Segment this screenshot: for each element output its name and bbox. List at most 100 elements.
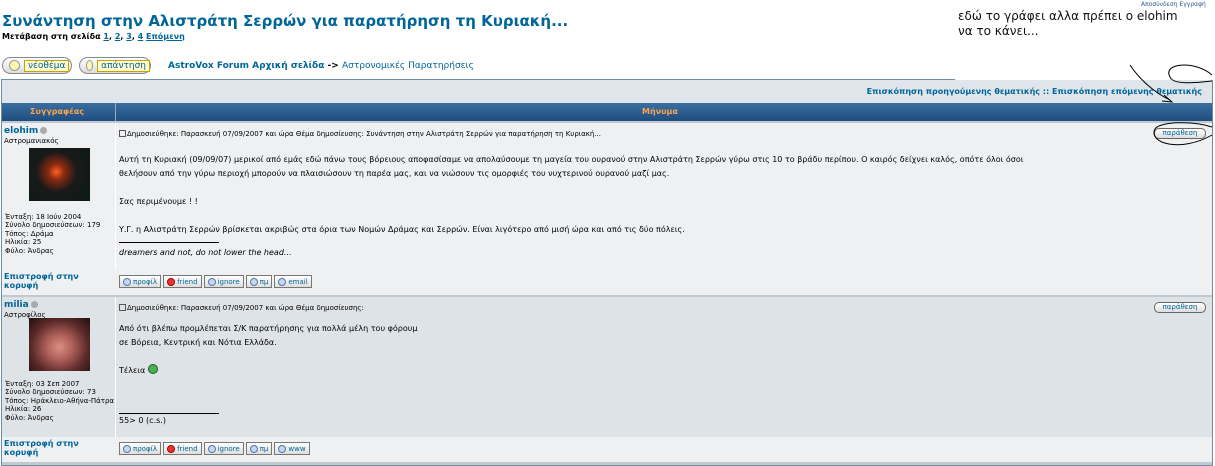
pencil-icon xyxy=(86,60,94,71)
pagination-label: Μετάβαση στη σελίδα xyxy=(2,32,101,41)
signature: dreamers and not, do not lower the head.… xyxy=(119,248,292,257)
post-line: σε Βόρεια, Κεντρική και Νότια Ελλάδα. xyxy=(119,338,277,347)
author-meta: Ένταξη: 03 Σεπ 2007 Σύνολο δημοσιεύσεων:… xyxy=(5,380,115,422)
profile-buttons: προφίλ friend ignore πμ www xyxy=(119,442,310,455)
header-author: Συγγραφέας xyxy=(30,107,84,116)
friend-label: friend xyxy=(177,277,198,286)
page-link-1[interactable]: 1 xyxy=(103,32,109,41)
pencil-icon xyxy=(9,60,20,71)
author-rank: Αστρομανιακός xyxy=(4,137,59,145)
posts-table: Επισκόπηση προηγούμενης θεματικής :: Επι… xyxy=(1,79,1213,466)
table-header-row: Συγγραφέας Μήνυμα xyxy=(2,103,1212,121)
reply-button[interactable]: απάντηση xyxy=(79,57,151,74)
back-to-top-link[interactable]: Επιστροφή στην κορυφή xyxy=(4,272,94,290)
post-line: Τέλεια xyxy=(119,364,417,378)
post-line: Από ότι βλέπω προμλέπεται Σ/Κ παρατήρηση… xyxy=(119,324,418,333)
friend-button[interactable]: friend xyxy=(163,275,202,288)
avatar xyxy=(29,318,90,371)
email-label: email xyxy=(288,277,308,286)
post-line: Αυτή τη Κυριακή (09/09/07) μερικοί από ε… xyxy=(119,155,1024,164)
smiley-icon xyxy=(147,364,158,374)
breadcrumb-section[interactable]: Αστρονομικές Παρατηρήσεις xyxy=(342,61,474,71)
author-name-text: elohim xyxy=(4,126,39,136)
profile-button[interactable]: προφίλ xyxy=(119,275,162,288)
post-elohim: elohim Αστρομανιακός Ένταξη: 18 Ιούν 200… xyxy=(2,123,1212,270)
pm-label: πμ xyxy=(259,444,269,453)
heart-icon xyxy=(167,444,176,453)
ignore-label: ignore xyxy=(217,444,240,453)
pm-label: πμ xyxy=(259,277,269,286)
post-line: θελήσουν από την γύρω περιοχή μπορούν να… xyxy=(119,169,670,178)
ignore-button[interactable]: ignore xyxy=(203,442,244,455)
quote-button[interactable]: παράθεση xyxy=(1154,302,1206,313)
heart-icon xyxy=(167,277,176,286)
post-line-text: Τέλεια xyxy=(119,366,146,375)
ignore-icon xyxy=(207,444,216,453)
profile-button[interactable]: προφίλ xyxy=(119,442,162,455)
offline-status-icon xyxy=(40,127,48,134)
post-milia: milia Αστροφίλος Ένταξη: 03 Σεπ 2007 Σύν… xyxy=(2,297,1212,437)
post-footer: Επιστροφή στην κορυφή προφίλ friend igno… xyxy=(2,437,1212,462)
friend-button[interactable]: friend xyxy=(163,442,202,455)
users-icon xyxy=(249,277,258,286)
ignore-label: ignore xyxy=(217,277,240,286)
column-divider xyxy=(115,123,116,270)
profile-label: προφίλ xyxy=(133,444,158,453)
post-header-text: Δημοσιεύθηκε: Παρασκευή 07/09/2007 και ώ… xyxy=(127,130,602,138)
breadcrumb-home[interactable]: AstroVox Forum Αρχική σελίδα xyxy=(168,61,324,71)
signature-divider xyxy=(119,413,219,414)
email-icon xyxy=(278,277,287,286)
header-message: Μήνυμα xyxy=(642,107,678,116)
post-header: Δημοσιεύθηκε: Παρασκευή 07/09/2007 και ώ… xyxy=(119,304,364,312)
author-meta: Ένταξη: 18 Ιούν 2004 Σύνολο δημοσιεύσεων… xyxy=(5,213,101,255)
topic-title[interactable]: Συνάντηση στην Αλιστράτη Σερρών για παρα… xyxy=(2,12,568,30)
column-divider xyxy=(115,297,116,437)
profile-icon xyxy=(123,277,131,286)
globe-icon xyxy=(278,444,287,453)
page-link-2[interactable]: 2 xyxy=(115,32,121,41)
users-icon xyxy=(249,444,258,453)
post-author[interactable]: milia xyxy=(4,300,38,310)
post-line xyxy=(119,209,1023,223)
post-footer: Επιστροφή στην κορυφή προφίλ friend igno… xyxy=(2,270,1212,295)
post-line xyxy=(119,181,1023,195)
reply-label: απάντηση xyxy=(97,59,150,72)
new-topic-button[interactable]: νέοθέμα xyxy=(2,57,72,74)
ignore-button[interactable]: ignore xyxy=(203,275,244,288)
signature-divider xyxy=(119,242,219,243)
pm-button[interactable]: πμ xyxy=(245,275,273,288)
profile-buttons: προφίλ friend ignore πμ email xyxy=(119,275,312,288)
pagination: Μετάβαση στη σελίδα 1, 2, 3, 4 Επόμενη xyxy=(2,32,185,41)
header-divider xyxy=(115,103,116,121)
pm-button[interactable]: πμ xyxy=(245,442,273,455)
www-label: www xyxy=(288,444,306,453)
page-link-4[interactable]: 4 xyxy=(138,32,144,41)
profile-label: προφίλ xyxy=(133,277,158,286)
post-icon xyxy=(119,304,126,311)
breadcrumb-separator: -> xyxy=(324,61,342,71)
post-line: Υ.Γ. η Αλιστράτη Σερρών βρίσκεται ακριβώ… xyxy=(119,225,685,234)
profile-icon xyxy=(123,444,131,453)
post-header: Δημοσιεύθηκε: Παρασκευή 07/09/2007 και ώ… xyxy=(119,130,601,138)
avatar xyxy=(29,148,90,201)
page-link-3[interactable]: 3 xyxy=(126,32,132,41)
new-topic-label: νέοθέμα xyxy=(24,59,70,72)
top-right-link[interactable]: Αποσύνδεση Εγγραφή xyxy=(1141,1,1206,8)
www-button[interactable]: www xyxy=(274,442,310,455)
next-page-link[interactable]: Επόμενη xyxy=(146,32,185,41)
post-body: Αυτή τη Κυριακή (09/09/07) μερικοί από ε… xyxy=(119,153,1023,237)
post-body: Από ότι βλέπω προμλέπεται Σ/Κ παρατήρηση… xyxy=(119,322,417,378)
post-line: Σας περιμένουμε ! ! xyxy=(119,197,198,206)
email-button[interactable]: email xyxy=(274,275,312,288)
post-icon xyxy=(119,130,126,137)
topic-nav-row: Επισκόπηση προηγούμενης θεματικής :: Επι… xyxy=(2,80,1212,103)
annotation-text: εδώ το γράφει αλλα πρέπει ο elohim να το… xyxy=(958,9,1178,38)
back-to-top-link[interactable]: Επιστροφή στην κορυφή xyxy=(4,439,94,457)
annotation-arrow-icon xyxy=(1129,64,1213,146)
signature: 55> 0 (c.s.) xyxy=(119,416,166,425)
post-author[interactable]: elohim xyxy=(4,126,48,136)
friend-label: friend xyxy=(177,444,198,453)
post-header-text: Δημοσιεύθηκε: Παρασκευή 07/09/2007 και ώ… xyxy=(127,304,364,312)
offline-status-icon xyxy=(30,301,38,308)
ignore-icon xyxy=(207,277,216,286)
